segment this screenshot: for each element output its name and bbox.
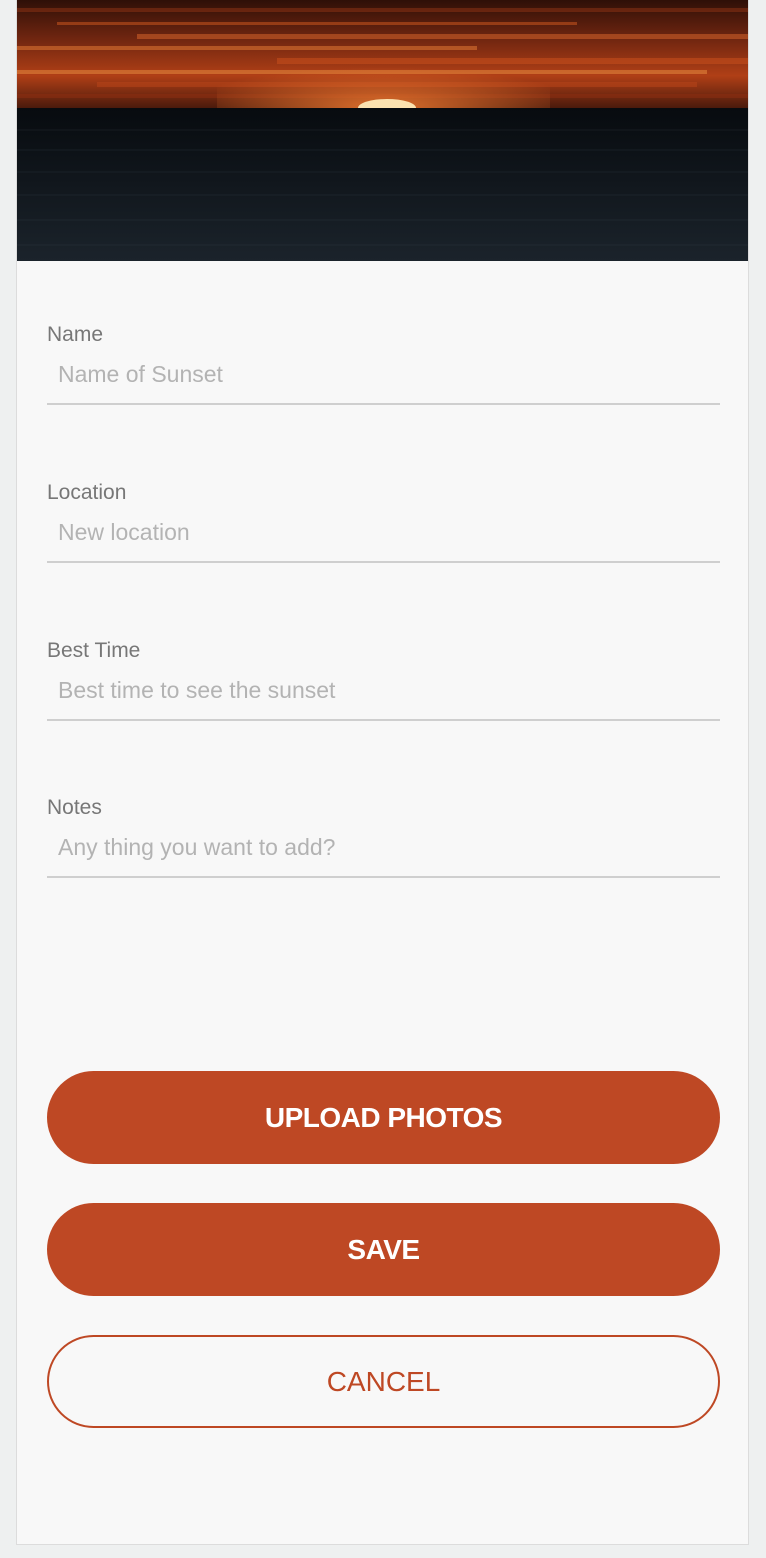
upload-photos-button[interactable]: UPLOAD PHOTOS (47, 1071, 720, 1164)
save-button[interactable]: SAVE (47, 1203, 720, 1296)
best-time-input[interactable] (47, 671, 720, 721)
sunset-hero-image (17, 0, 748, 261)
cancel-button[interactable]: CANCEL (47, 1335, 720, 1428)
add-sunset-card: Name Location Best Time Notes UPLOAD PHO… (16, 0, 749, 1545)
name-label: Name (47, 323, 104, 346)
notes-input[interactable] (47, 828, 720, 878)
notes-label: Notes (47, 796, 102, 819)
name-input[interactable] (47, 355, 720, 405)
best-time-label: Best Time (47, 639, 141, 662)
sunset-over-ocean-image (17, 0, 748, 261)
location-input[interactable] (47, 513, 720, 563)
location-label: Location (47, 481, 127, 504)
